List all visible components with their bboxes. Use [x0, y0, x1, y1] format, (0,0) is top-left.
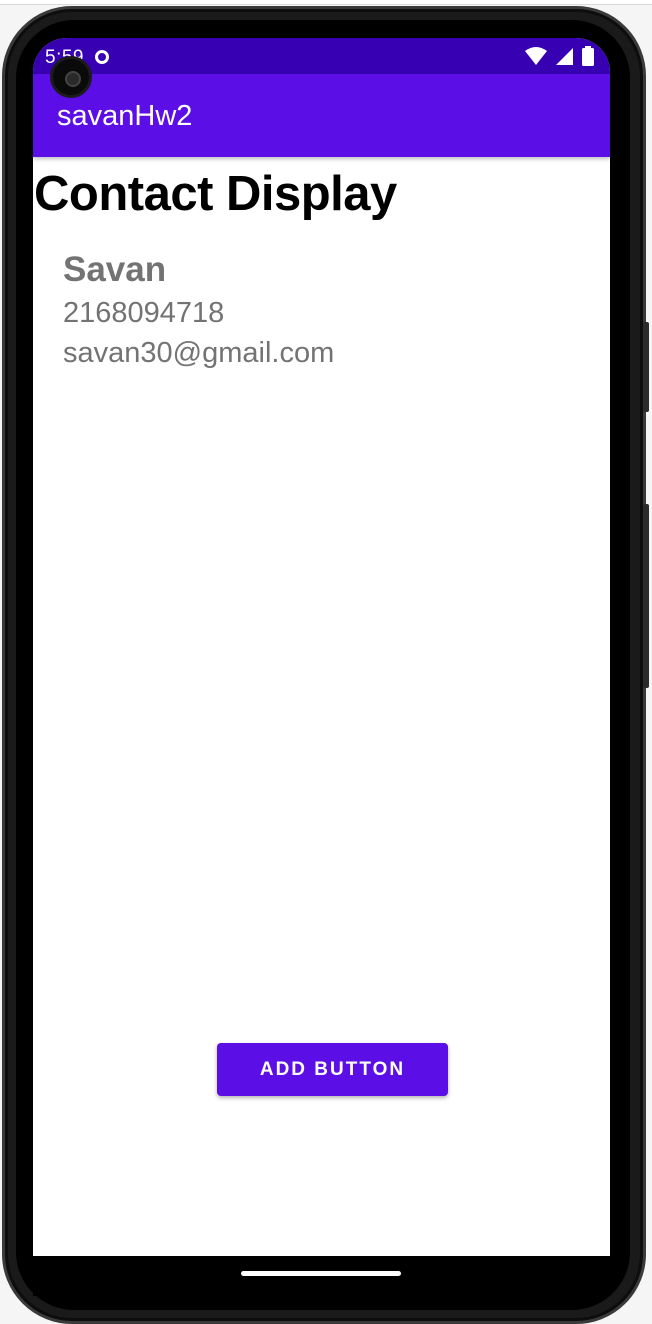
device-screen: 5:59 savanHw2 Contact Display Savan 2168… [33, 38, 610, 1256]
add-button[interactable]: ADD BUTTON [217, 1043, 448, 1096]
signal-icon [555, 48, 573, 65]
status-bar: 5:59 [33, 38, 610, 74]
power-button [643, 322, 649, 412]
contact-phone: 2168094718 [63, 297, 225, 329]
contact-email: savan30@gmail.com [63, 337, 335, 369]
app-bar: savanHw2 [33, 74, 610, 157]
navigation-bar [33, 1256, 610, 1296]
page-top-edge [0, 0, 652, 5]
app-title: savanHw2 [57, 100, 193, 132]
home-indicator[interactable] [241, 1271, 401, 1276]
page-title: Contact Display [34, 167, 397, 221]
battery-icon [582, 46, 594, 66]
notification-icon [95, 50, 109, 64]
volume-button [643, 504, 649, 688]
status-icons [521, 46, 594, 66]
front-camera [50, 56, 92, 98]
wifi-icon [525, 47, 548, 65]
contact-name: Savan [63, 250, 167, 289]
